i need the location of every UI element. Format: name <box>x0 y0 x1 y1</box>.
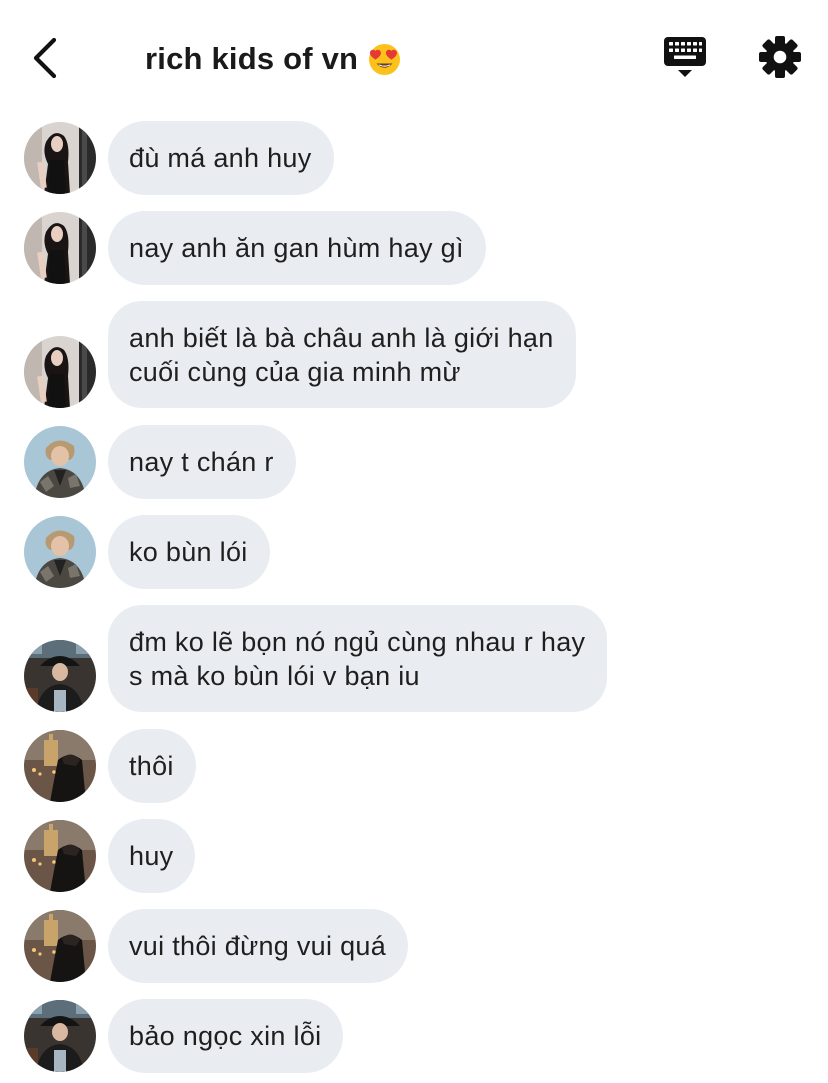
message-list[interactable]: đù má anh huy nay anh ăn gan hùm hay gì <box>0 118 828 1083</box>
message-bubble[interactable]: thôi <box>108 729 196 803</box>
avatar-boy-city[interactable] <box>24 730 96 802</box>
chat-title: rich kids of vn <box>145 41 359 76</box>
chat-header: rich kids of vn <box>0 0 828 118</box>
message-text: nay t chán r <box>129 447 274 477</box>
avatar-boy-city[interactable] <box>24 910 96 982</box>
message-text: nay anh ăn gan hùm hay gì <box>129 233 464 263</box>
message-bubble[interactable]: anh biết là bà châu anh là giới hạn cuối… <box>108 301 576 408</box>
avatar-boy-hat[interactable] <box>24 1000 96 1072</box>
back-button[interactable] <box>20 30 70 86</box>
message-bubble[interactable]: đm ko lẽ bọn nó ngủ cùng nhau r hay s mà… <box>108 605 608 712</box>
avatar-girl[interactable] <box>24 122 96 194</box>
message-bubble[interactable]: nay anh ăn gan hùm hay gì <box>108 211 486 285</box>
avatar-boy-city[interactable] <box>24 820 96 892</box>
keyboard-button[interactable] <box>660 34 710 80</box>
message-bubble[interactable]: bảo ngọc xin lỗi <box>108 999 344 1073</box>
avatar-boy-blonde[interactable] <box>24 516 96 588</box>
message-bubble[interactable]: vui thôi đừng vui quá <box>108 909 409 983</box>
message-text: huy <box>129 841 174 871</box>
heart-eyes-emoji-icon <box>369 43 401 75</box>
chevron-left-icon <box>33 37 57 79</box>
keyboard-icon <box>664 37 706 77</box>
avatar-girl[interactable] <box>24 212 96 284</box>
avatar-girl[interactable] <box>24 336 96 408</box>
message-text: ko bùn lói <box>129 537 248 567</box>
message-bubble[interactable]: đù má anh huy <box>108 121 334 195</box>
avatar-boy-hat[interactable] <box>24 640 96 712</box>
message-text: thôi <box>129 751 174 781</box>
avatar-boy-blonde[interactable] <box>24 426 96 498</box>
message-text: vui thôi đừng vui quá <box>129 931 387 961</box>
chat-title-group: rich kids of vn <box>145 36 401 82</box>
message-text: đm ko lẽ bọn nó ngủ cùng nhau r hay s mà… <box>129 626 586 691</box>
message-bubble[interactable]: ko bùn lói <box>108 515 270 589</box>
message-text: bảo ngọc xin lỗi <box>129 1021 322 1051</box>
message-text: đù má anh huy <box>129 143 312 173</box>
message-bubble[interactable]: huy <box>108 819 196 893</box>
settings-button[interactable] <box>756 33 804 81</box>
message-text: anh biết là bà châu anh là giới hạn cuối… <box>129 322 554 387</box>
gear-icon <box>759 36 801 78</box>
message-bubble[interactable]: nay t chán r <box>108 425 296 499</box>
